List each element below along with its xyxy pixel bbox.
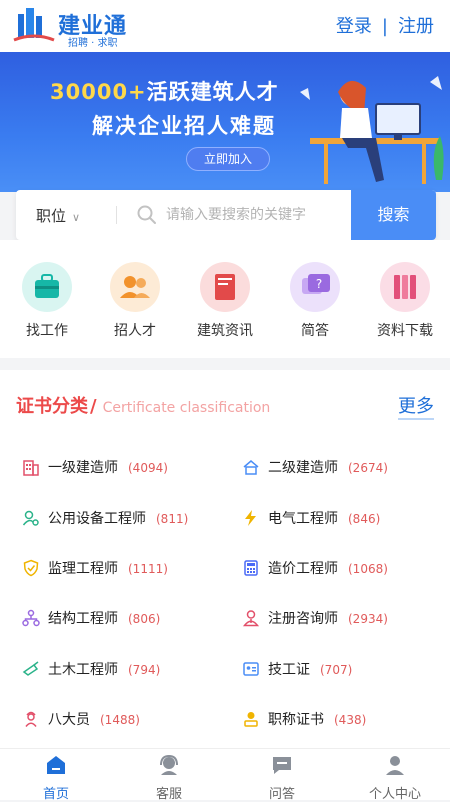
people-icon [110, 262, 160, 312]
quicknav-label: 简答 [301, 323, 329, 339]
tab-label: 个人中心 [368, 787, 421, 802]
user-icon [386, 756, 404, 775]
id-card-icon [243, 662, 259, 676]
section-title-slash: / [90, 396, 97, 417]
bottom-nav: 首页 客服 问答 个人中心 [0, 748, 450, 802]
cert-count: (846) [348, 512, 381, 526]
worker-icon [25, 711, 37, 727]
consultant-icon [242, 610, 260, 627]
cert-name: 二级建造师 [268, 460, 338, 476]
tab-label: 首页 [42, 787, 69, 802]
cert-count: (438) [334, 713, 367, 727]
login-link[interactable]: 登录 [336, 16, 372, 37]
cert-name: 结构工程师 [48, 611, 118, 627]
tab-qa[interactable]: 问答 [237, 753, 327, 802]
cert-name: 土木工程师 [48, 662, 118, 678]
app-logo[interactable]: 建业通 招聘 · 求职 [12, 6, 142, 49]
quicknav-label: 资料下载 [377, 323, 433, 339]
cert-name: 电气工程师 [268, 511, 338, 527]
cert-name: 技工证 [268, 662, 310, 678]
shield-check-icon [23, 559, 39, 577]
search-divider [116, 206, 117, 224]
quicknav-label: 找工作 [26, 323, 68, 339]
section-heading: 证书分类 / Certificate classification [16, 392, 270, 418]
quicknav-downloads[interactable]: 资料下载 [370, 262, 440, 340]
briefcase-icon [22, 262, 72, 312]
search-icon [137, 205, 156, 224]
cert-count: (794) [128, 663, 161, 677]
more-link[interactable]: 更多 [398, 392, 434, 420]
join-now-button[interactable]: 立即加入 [186, 147, 270, 171]
search-type-select[interactable]: 职位 ∨ [36, 205, 80, 226]
promo-banner[interactable]: 30000+活跃建筑人才 解决企业招人难题 立即加入 [0, 52, 450, 192]
gear-user-icon [22, 510, 39, 526]
search-input[interactable] [166, 200, 356, 230]
building-icon [23, 460, 39, 476]
quicknav-find-job[interactable]: 找工作 [12, 262, 82, 340]
cert-name: 职称证书 [268, 712, 324, 728]
svg-text:?: ? [316, 277, 322, 291]
structure-icon [22, 609, 40, 627]
quicknav-news[interactable]: 建筑资讯 [190, 262, 260, 340]
search-bar: 职位 ∨ 搜索 [16, 190, 436, 240]
cert-name: 注册咨询师 [268, 611, 338, 627]
banner-subline: 解决企业招人难题 [92, 114, 276, 138]
cert-name: 造价工程师 [268, 561, 338, 577]
book-icon [200, 262, 250, 312]
banner-number: 30000+ [50, 80, 147, 104]
quicknav-recruit[interactable]: 招人才 [100, 262, 170, 340]
cert-count: (811) [156, 512, 189, 526]
chat-icon [273, 757, 291, 774]
quicknav-qa[interactable]: ? 简答 [280, 262, 350, 340]
cert-count: (1068) [348, 562, 388, 576]
certificate-person-icon [244, 712, 258, 727]
quicknav-label: 招人才 [114, 323, 156, 339]
top-header: 建业通 招聘 · 求职 登录 | 注册 [0, 0, 450, 52]
calculator-icon [244, 560, 258, 576]
certificate-section: 证书分类 / Certificate classification 更多 一级建造师… [0, 370, 450, 748]
auth-links: 登录 | 注册 [336, 12, 434, 38]
section-subtitle: Certificate classification [102, 400, 271, 416]
chevron-down-icon: ∨ [72, 211, 81, 224]
trowel-icon [22, 661, 39, 676]
headset-icon [160, 754, 178, 775]
tab-home[interactable]: 首页 [11, 753, 101, 802]
cert-count: (707) [320, 663, 353, 677]
tab-label: 问答 [268, 787, 295, 802]
banner-headline: 30000+活跃建筑人才 [50, 76, 279, 106]
cert-count: (1111) [128, 562, 168, 576]
tab-customer-service[interactable]: 客服 [124, 753, 214, 802]
logo-mark-icon [13, 8, 55, 42]
cert-name: 公用设备工程师 [48, 511, 146, 527]
cert-count: (2934) [348, 612, 388, 626]
cert-count: (1488) [100, 713, 140, 727]
tab-profile[interactable]: 个人中心 [350, 753, 440, 802]
cert-count: (4094) [128, 461, 168, 475]
section-title: 证书分类 [16, 396, 88, 417]
cert-count: (2674) [348, 461, 388, 475]
quicknav-label: 建筑资讯 [197, 323, 253, 339]
search-button[interactable]: 搜索 [351, 190, 436, 240]
books-icon [380, 262, 430, 312]
banner-illustration [300, 76, 444, 184]
cert-name: 监理工程师 [48, 561, 118, 577]
banner-headline-text: 活跃建筑人才 [146, 80, 279, 104]
lightning-icon [245, 510, 256, 526]
tab-label: 客服 [155, 787, 182, 802]
logo-tagline: 招聘 · 求职 [68, 38, 118, 49]
register-link[interactable]: 注册 [398, 16, 434, 37]
home-icon [47, 756, 65, 774]
question-chat-icon: ? [290, 262, 340, 312]
auth-separator: | [381, 16, 388, 37]
quick-nav: 找工作 招人才 建筑资讯 ? 简答 资料下载 [0, 240, 450, 358]
cert-name: 八大员 [48, 712, 90, 728]
house-icon [243, 460, 259, 475]
search-type-value: 职位 [36, 207, 67, 225]
cert-count: (806) [128, 612, 161, 626]
cert-name: 一级建造师 [48, 460, 118, 476]
